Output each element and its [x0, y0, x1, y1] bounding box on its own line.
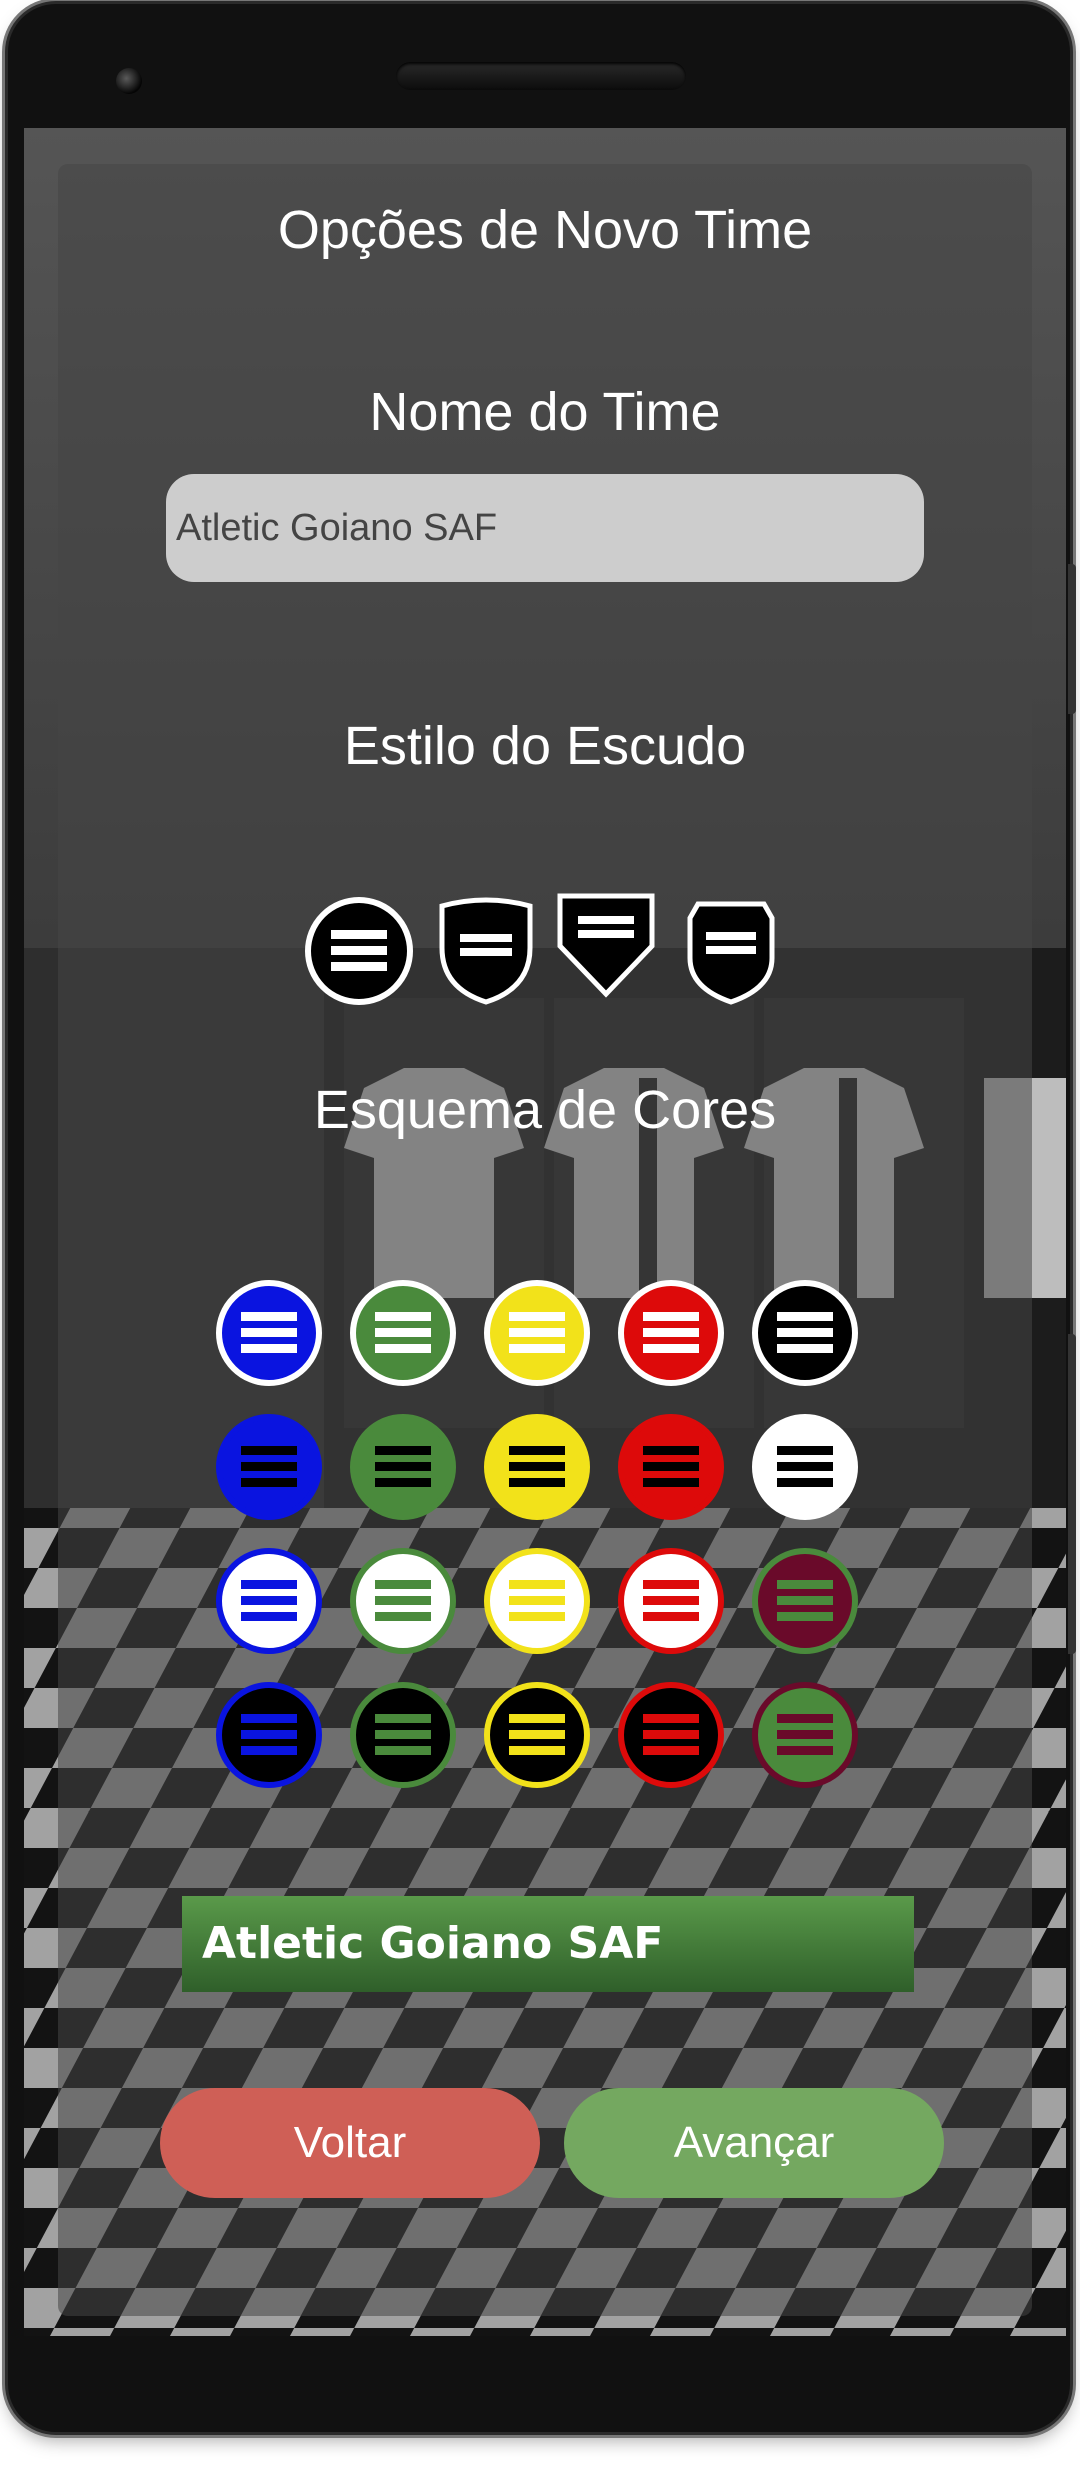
color-swatch-black-blue[interactable]: [214, 1680, 324, 1790]
app-screen: Opções de Novo Time Nome do Time Atletic…: [24, 128, 1066, 2336]
page-title: Opções de Novo Time: [277, 200, 813, 260]
volume-button: [1068, 564, 1076, 714]
color-swatch-white-yellow[interactable]: [482, 1546, 592, 1656]
color-swatch-white-blue[interactable]: [214, 1546, 324, 1656]
power-button: [1068, 1334, 1076, 1654]
team-preview-banner: Atletic Goiano SAF: [182, 1896, 914, 1992]
color-swatch-black-red[interactable]: [616, 1680, 726, 1790]
pennant-shield-icon[interactable]: [556, 890, 656, 1000]
color-swatch-black-yellow[interactable]: [482, 1680, 592, 1790]
color-swatch-green-black[interactable]: [348, 1412, 458, 1522]
phone-frame: Opções de Novo Time Nome do Time Atletic…: [8, 4, 1076, 2432]
color-swatch-yellow-white[interactable]: [482, 1278, 592, 1388]
classic-shield-icon[interactable]: [436, 896, 536, 1006]
color-swatch-red-black[interactable]: [616, 1412, 726, 1522]
color-swatch-white-black[interactable]: [750, 1412, 860, 1522]
team-name-input[interactable]: Atletic Goiano SAF: [166, 474, 924, 582]
color-swatch-yellow-black[interactable]: [482, 1412, 592, 1522]
color-swatch-red-white[interactable]: [616, 1278, 726, 1388]
color-swatch-blue-white[interactable]: [214, 1278, 324, 1388]
back-button[interactable]: Voltar: [160, 2088, 540, 2198]
color-swatch-blue-black[interactable]: [214, 1412, 324, 1522]
badge-shield-icon[interactable]: [686, 896, 776, 1006]
front-camera-icon: [116, 68, 142, 94]
color-swatch-white-red[interactable]: [616, 1546, 726, 1656]
color-swatch-green-white[interactable]: [348, 1278, 458, 1388]
next-button[interactable]: Avançar: [564, 2088, 944, 2198]
crest-style-heading: Estilo do Escudo: [343, 716, 747, 776]
team-name-heading: Nome do Time: [369, 382, 721, 442]
color-scheme-heading: Esquema de Cores: [313, 1080, 777, 1140]
round-shield-icon[interactable]: [304, 896, 414, 1006]
color-swatch-black-white[interactable]: [750, 1278, 860, 1388]
color-swatch-green-maroon[interactable]: [750, 1680, 860, 1790]
color-swatch-black-green[interactable]: [348, 1680, 458, 1790]
color-swatch-maroon-green[interactable]: [750, 1546, 860, 1656]
earpiece-speaker: [396, 62, 686, 90]
color-swatch-white-green[interactable]: [348, 1546, 458, 1656]
crest-style-options: [24, 893, 1066, 1016]
